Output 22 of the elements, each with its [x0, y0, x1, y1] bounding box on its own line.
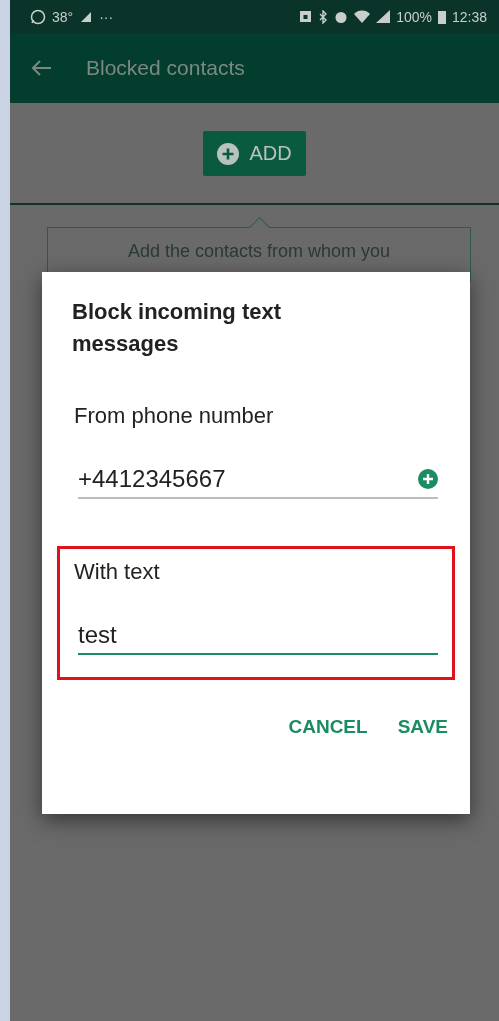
temperature: 38°: [52, 8, 74, 25]
dialog-title: Block incoming text messages: [72, 298, 283, 358]
screen-title: Blocked contacts: [86, 56, 245, 80]
field-label: With text: [74, 559, 161, 585]
more-notifications: ···: [99, 8, 114, 25]
cancel-button[interactable]: CANCEL: [288, 716, 368, 738]
wifi-icon: [354, 10, 371, 23]
input-field[interactable]: +4412345667: [78, 465, 438, 499]
bluetooth-icon: [318, 9, 329, 24]
signal-bars-icon: [376, 10, 391, 23]
battery-level: 100%: [396, 8, 432, 25]
add-button[interactable]: ADD: [203, 131, 306, 176]
input-field[interactable]: test: [78, 621, 438, 655]
add-icon: [418, 469, 438, 489]
clock: 12:38: [451, 8, 487, 25]
back-arrow-icon[interactable]: [32, 60, 52, 76]
field-label: From phone number: [74, 403, 275, 429]
save-button[interactable]: SAVE: [397, 716, 448, 738]
plus-icon: [217, 142, 240, 165]
battery-icon: [437, 9, 446, 24]
chat-icon: [30, 8, 46, 25]
hint-text: Add the contacts from whom you: [127, 242, 391, 263]
